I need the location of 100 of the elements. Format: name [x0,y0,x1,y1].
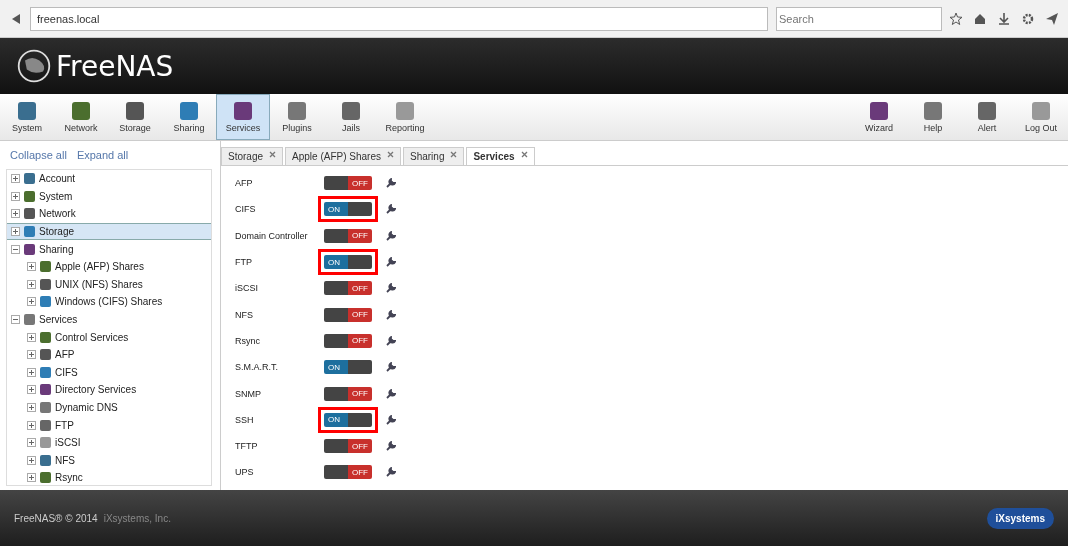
tree-item[interactable]: System [7,187,211,206]
toolbar-icon [126,101,144,120]
home-icon[interactable] [974,12,986,25]
tree-item[interactable]: Control Services [7,328,211,346]
toolbar-button[interactable]: Services [216,94,270,140]
tree-item[interactable]: AFP [7,345,211,364]
folder-icon [40,454,51,466]
expand-icon[interactable] [27,332,36,342]
copyright-text: FreeNAS® © 2014 [14,512,98,524]
wrench-icon[interactable] [386,441,396,452]
close-icon[interactable] [269,151,277,158]
tree-item[interactable]: Network [7,205,211,223]
expand-icon[interactable] [27,385,36,395]
tree-item[interactable]: Account [7,170,211,188]
tree-item[interactable]: Dynamic DNS [7,398,211,417]
company-link[interactable]: iXsystems, Inc. [103,512,981,524]
wrench-icon[interactable] [386,309,396,320]
folder-icon [40,331,51,343]
toggle-switch[interactable]: OFF [324,333,372,348]
send-icon[interactable] [1046,12,1058,25]
toggle-switch[interactable]: OFF [324,386,372,401]
wrench-icon[interactable] [386,178,396,189]
wrench-icon[interactable] [386,335,396,346]
service-name: Domain Controller [235,230,309,241]
tree-item[interactable]: Services [7,310,211,329]
toolbar-button[interactable]: Jails [324,94,378,140]
tree-item[interactable]: iSCSI [7,433,211,452]
expand-icon[interactable] [27,403,36,412]
toggle-switch[interactable]: OFF [324,439,372,454]
expand-icon[interactable] [27,350,36,360]
sidebar-link[interactable]: Collapse all [10,149,67,161]
wrench-icon[interactable] [386,204,396,215]
expand-icon[interactable] [27,438,36,448]
tree-item[interactable]: CIFS [7,363,211,382]
tree-item[interactable]: NFS [7,451,211,470]
folder-icon [24,190,35,202]
toggle-switch[interactable]: OFF [324,281,372,296]
wrench-icon[interactable] [386,230,396,241]
tab[interactable]: Sharing [402,147,465,165]
expand-icon[interactable] [27,473,36,483]
collapse-icon[interactable] [11,315,20,325]
search-field[interactable]: Search [776,6,942,31]
expand-icon[interactable] [11,209,20,219]
wrench-icon[interactable] [386,362,396,373]
service-name: iSCSI [235,283,259,294]
expand-icon[interactable] [27,279,36,289]
toolbar-button[interactable]: Plugins [270,94,324,140]
toggle-switch[interactable]: ON [324,255,372,270]
tree-item[interactable]: Directory Services [7,381,211,399]
close-icon[interactable] [386,151,394,158]
toolbar-button[interactable]: Reporting [378,94,432,140]
tree-item[interactable]: Rsync [7,469,211,485]
wrench-icon[interactable] [386,388,396,399]
expand-icon[interactable] [27,297,36,307]
tree-item[interactable]: Apple (AFP) Shares [7,257,211,276]
expand-icon[interactable] [27,420,36,430]
collapse-icon[interactable] [11,244,20,254]
expand-icon[interactable] [27,455,36,465]
toolbar-button[interactable]: Sharing [162,94,216,140]
toggle-switch[interactable]: ON [324,412,372,427]
download-icon[interactable] [998,12,1010,25]
tree-item[interactable]: FTP [7,416,211,434]
expand-icon[interactable] [11,191,20,201]
back-icon[interactable] [10,12,22,25]
toolbar-button[interactable]: Storage [108,94,162,140]
toolbar-button[interactable]: System [0,94,54,140]
toggle-switch[interactable]: OFF [324,465,372,480]
expand-icon[interactable] [27,367,36,377]
sidebar-link[interactable]: Expand all [76,149,129,161]
toolbar-button[interactable]: Network [54,94,108,140]
star-icon[interactable] [950,12,962,25]
expand-icon[interactable] [11,174,20,184]
toggle-switch[interactable]: OFF [324,176,372,191]
toggle-switch[interactable]: OFF [324,307,372,322]
tree-item[interactable]: Windows (CIFS) Shares [7,293,211,311]
tree-item[interactable]: Storage [7,222,211,241]
wrench-icon[interactable] [386,257,396,268]
tree-item[interactable]: UNIX (NFS) Shares [7,275,211,294]
toolbar-button[interactable]: Wizard [852,94,906,140]
toolbar-button[interactable]: Log Out [1014,94,1068,140]
toggle-switch[interactable]: OFF [324,228,372,243]
toolbar-button[interactable]: Help [906,94,960,140]
wrench-icon[interactable] [386,467,396,478]
close-icon[interactable] [450,151,458,158]
tab[interactable]: Storage [221,147,284,165]
tab[interactable]: Services [466,147,535,165]
tree-item[interactable]: Sharing [7,240,211,258]
expand-icon[interactable] [11,227,20,237]
wrench-icon[interactable] [386,283,396,294]
expand-icon[interactable] [27,262,36,272]
service-name: UPS [235,467,255,478]
toolbar-icon [342,101,360,120]
tab[interactable]: Apple (AFP) Shares [285,147,401,165]
close-icon[interactable] [520,151,528,158]
address-bar[interactable]: freenas.local [30,6,768,31]
toggle-switch[interactable]: ON [324,360,372,375]
toggle-switch[interactable]: ON [324,202,372,217]
wrench-icon[interactable] [386,414,396,425]
toolbar-button[interactable]: Alert [960,94,1014,140]
folder-icon [24,243,35,255]
